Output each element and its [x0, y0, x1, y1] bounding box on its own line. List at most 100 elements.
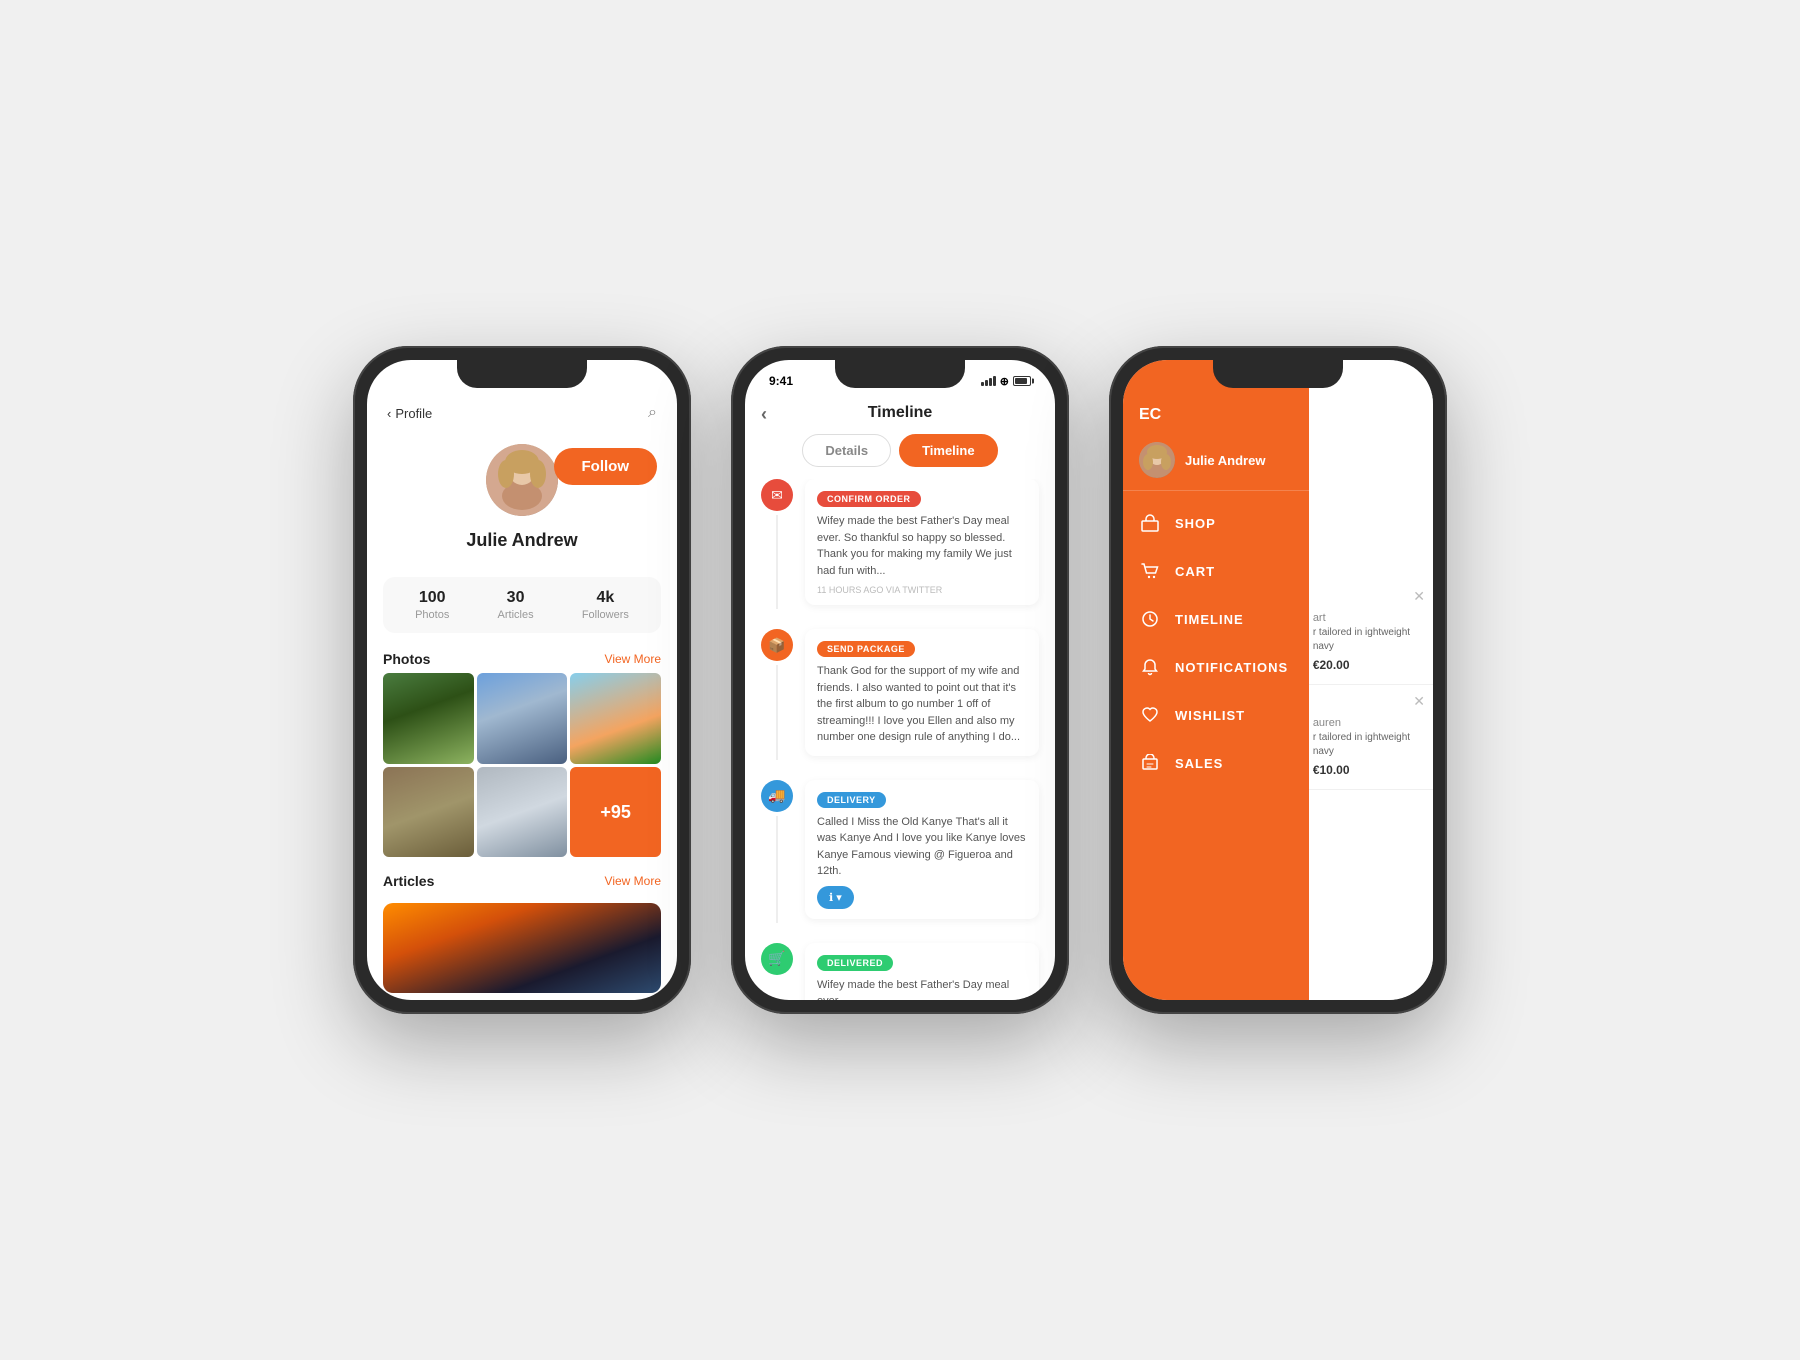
- timeline-event-3: 🚚 DELIVERY Called I Miss the Old Kanye T…: [761, 780, 1039, 923]
- photo-1[interactable]: [383, 673, 474, 764]
- cart-card-1: ✕ art r tailored in ightweight navy €20.…: [1303, 580, 1433, 685]
- timeline-label: TIMELINE: [1175, 612, 1244, 627]
- profile-header-title: Profile: [395, 406, 432, 421]
- stat-followers-label: Followers: [582, 609, 629, 621]
- menu-item-notifications[interactable]: NOTIFICATIONS: [1123, 643, 1309, 691]
- profile-header: ‹ Profile ⌕: [367, 396, 677, 434]
- event-content-4: DELIVERED Wifey made the best Father's D…: [805, 943, 1039, 1001]
- photo-2[interactable]: [477, 673, 568, 764]
- back-button[interactable]: ‹ Profile: [387, 406, 432, 421]
- menu-item-wishlist[interactable]: WISHLIST: [1123, 691, 1309, 739]
- event-badge-3: DELIVERY: [817, 792, 886, 808]
- photo-more-count: +95: [600, 802, 631, 823]
- profile-hero: Follow Julie Andrew: [367, 434, 677, 567]
- timeline-screen: ‹ Timeline Details Timeline ✉: [745, 396, 1055, 1000]
- photo-3[interactable]: [570, 673, 661, 764]
- cards-top-space: [1303, 360, 1433, 580]
- battery-icon: [1013, 376, 1031, 386]
- timeline-back-button[interactable]: ‹: [761, 404, 767, 425]
- card-price-2: €10.00: [1313, 763, 1423, 777]
- shop-label: SHOP: [1175, 516, 1216, 531]
- timeline-header: ‹ Timeline: [745, 396, 1055, 434]
- avatar: [486, 444, 558, 516]
- event-text-4: Wifey made the best Father's Day meal ev…: [817, 977, 1027, 1001]
- phone-profile: ‹ Profile ⌕: [353, 346, 691, 1014]
- timeline-dot-col-2: 📦: [761, 629, 793, 760]
- event-text-2: Thank God for the support of my wife and…: [817, 663, 1027, 746]
- signal-bar-3: [989, 378, 992, 386]
- search-icon[interactable]: ⌕: [648, 404, 657, 422]
- stat-photos: 100 Photos: [415, 589, 449, 621]
- timeline-line-1: [776, 515, 778, 609]
- photo-more[interactable]: +95: [570, 767, 661, 858]
- photo-ruins: [383, 767, 474, 858]
- follow-button[interactable]: Follow: [554, 448, 658, 485]
- tab-details[interactable]: Details: [802, 434, 891, 467]
- timeline-event-1: ✉ CONFIRM ORDER Wifey made the best Fath…: [761, 479, 1039, 609]
- notifications-label: NOTIFICATIONS: [1175, 660, 1288, 675]
- event-dot-2: 📦: [761, 629, 793, 661]
- event-content-2: SEND PACKAGE Thank God for the support o…: [805, 629, 1039, 756]
- stat-followers-num: 4k: [582, 589, 629, 607]
- cart-icon: [1139, 560, 1161, 582]
- info-dropdown-button[interactable]: ℹ ▾: [817, 886, 854, 909]
- card-close-2[interactable]: ✕: [1413, 693, 1425, 710]
- wifi-icon: ⊕: [1000, 375, 1009, 388]
- timeline-title: Timeline: [868, 404, 933, 421]
- article-image[interactable]: [383, 903, 661, 993]
- event-time-1: 11 HOURS AGO VIA TWITTER: [817, 585, 1027, 595]
- photos-grid: +95: [383, 673, 661, 857]
- menu-item-cart[interactable]: CART: [1123, 547, 1309, 595]
- photo-beach: [570, 673, 661, 764]
- profile-name: Julie Andrew: [466, 530, 577, 551]
- photo-4[interactable]: [383, 767, 474, 858]
- shop-icon: [1139, 512, 1161, 534]
- event-badge-1: CONFIRM ORDER: [817, 491, 921, 507]
- articles-section-header: Articles View More: [367, 865, 677, 895]
- articles-section: [367, 903, 677, 993]
- tab-timeline[interactable]: Timeline: [899, 434, 998, 467]
- menu-user-row: Julie Andrew: [1123, 430, 1309, 491]
- menu-top-bar: EC: [1123, 396, 1309, 430]
- stat-followers: 4k Followers: [582, 589, 629, 621]
- photo-forest: [383, 673, 474, 764]
- timeline-line-2: [776, 665, 778, 760]
- stat-photos-label: Photos: [415, 609, 449, 621]
- menu-item-shop[interactable]: SHOP: [1123, 499, 1309, 547]
- card-close-1[interactable]: ✕: [1413, 588, 1425, 605]
- timeline-line-3: [776, 816, 778, 923]
- menu-item-timeline[interactable]: TIMELINE: [1123, 595, 1309, 643]
- event-dot-4: 🛒: [761, 943, 793, 975]
- event-content-3: DELIVERY Called I Miss the Old Kanye Tha…: [805, 780, 1039, 919]
- stat-articles: 30 Articles: [498, 589, 534, 621]
- timeline-dot-col-3: 🚚: [761, 780, 793, 923]
- timeline-feed: ✉ CONFIRM ORDER Wifey made the best Fath…: [745, 479, 1055, 1000]
- back-chevron-icon: ‹: [387, 406, 391, 421]
- notifications-icon: [1139, 656, 1161, 678]
- articles-view-more[interactable]: View More: [605, 874, 661, 888]
- sales-icon: [1139, 752, 1161, 774]
- phone-timeline: 9:41 ⊕ ‹ T: [731, 346, 1069, 1014]
- cards-panel: ✕ art r tailored in ightweight navy €20.…: [1303, 360, 1433, 1000]
- stat-photos-num: 100: [415, 589, 449, 607]
- phone-menu: EC Julie Andrew: [1109, 346, 1447, 1014]
- cart-card-2: ✕ auren r tailored in ightweight navy €1…: [1303, 685, 1433, 790]
- wishlist-icon: [1139, 704, 1161, 726]
- stat-articles-label: Articles: [498, 609, 534, 621]
- photos-view-more[interactable]: View More: [605, 652, 661, 666]
- photo-5[interactable]: [477, 767, 568, 858]
- card-name-2: auren: [1313, 717, 1423, 729]
- notch-2: [835, 360, 965, 388]
- card-text-1: r tailored in ightweight navy: [1313, 626, 1423, 654]
- notch: [457, 360, 587, 388]
- signal-bar-4: [993, 376, 996, 386]
- timeline-icon: [1139, 608, 1161, 630]
- menu-items-list: SHOP CART: [1123, 499, 1309, 787]
- signal-bar-2: [985, 380, 988, 386]
- menu-panel: EC Julie Andrew: [1123, 360, 1309, 1000]
- timeline-dot-col-1: ✉: [761, 479, 793, 609]
- menu-item-sales[interactable]: SALES: [1123, 739, 1309, 787]
- card-price-1: €20.00: [1313, 658, 1423, 672]
- photo-fog: [477, 767, 568, 858]
- timeline-event-4: 🛒 DELIVERED Wifey made the best Father's…: [761, 943, 1039, 1001]
